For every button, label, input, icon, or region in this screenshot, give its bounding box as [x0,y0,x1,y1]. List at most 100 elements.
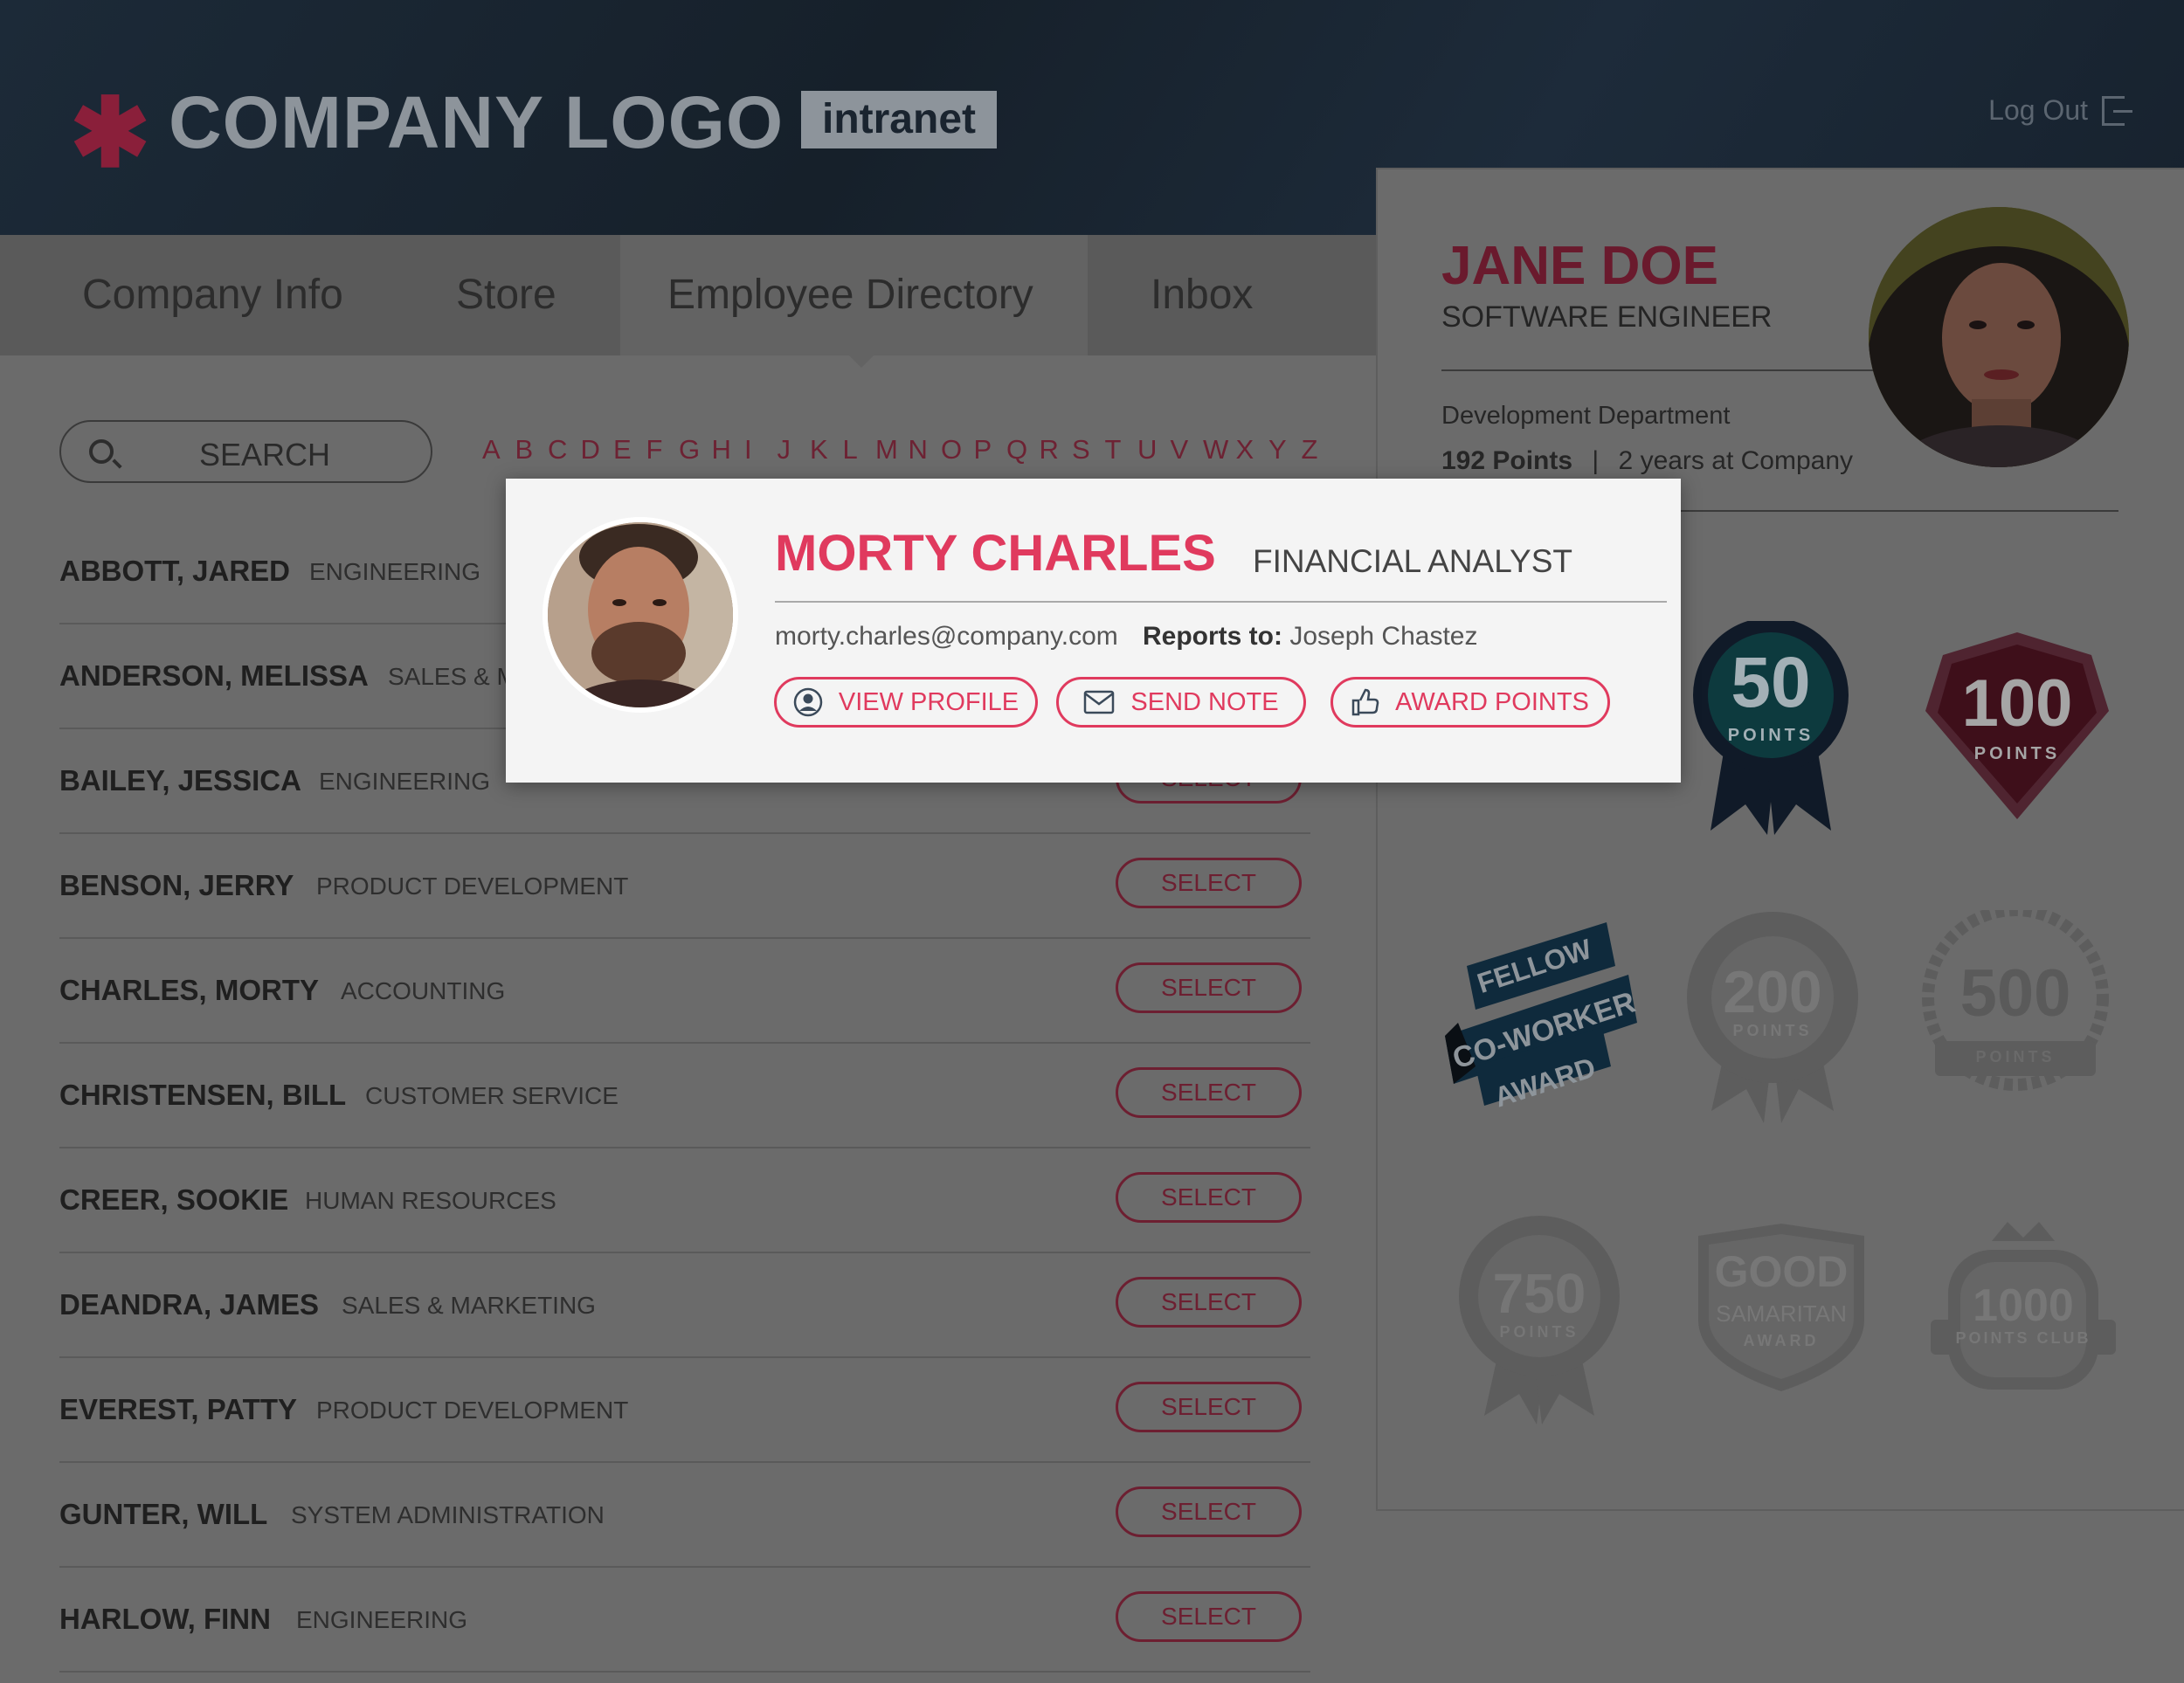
letter-filter-j[interactable]: J [778,434,811,466]
badge-100-points: 100 POINTS [1925,632,2109,819]
letter-filter-k[interactable]: K [810,434,843,466]
badge-good-line1: GOOD [1714,1247,1849,1296]
tab-store[interactable]: Store [411,235,620,355]
select-button[interactable]: SELECT [1116,1486,1302,1537]
thumbs-up-icon [1351,688,1379,716]
badge-50-points: 50 POINTS [1693,621,1849,839]
badge-good-samaritan: GOOD SAMARITAN AWARD [1698,1224,1864,1391]
letter-filter-y[interactable]: Y [1268,434,1302,466]
letter-filter-s[interactable]: S [1072,434,1105,466]
reports-to-name: Joseph Chastez [1289,622,1478,651]
search-label: SEARCH [199,437,331,472]
badge-500-points: 500 POINTS [1918,910,2113,1092]
popup-name: MORTY CHARLES [775,525,1216,582]
asterisk-logo-icon: ✱ [70,79,151,187]
logout-label: Log Out [1988,94,2088,126]
badge-200-label: POINTS [1732,1022,1813,1039]
company-logo[interactable]: COMPANY LOGO [169,80,784,165]
table-row: CREER, SOOKIE HUMAN RESOURCES SELECT [59,1148,1310,1253]
table-row: CHRISTENSEN, BILL CUSTOMER SERVICE SELECT [59,1044,1310,1148]
profile-points: 192 Points [1441,446,1573,475]
select-button[interactable]: SELECT [1116,1067,1302,1118]
send-note-button[interactable]: SEND NOTE [1056,677,1306,728]
letter-filter-e[interactable]: E [613,434,646,466]
employee-name[interactable]: HARLOW, FINN [59,1603,271,1636]
popup-email[interactable]: morty.charles@company.com [775,622,1118,652]
employee-name[interactable]: BENSON, JERRY [59,869,294,902]
select-button[interactable]: SELECT [1116,1382,1302,1432]
letter-filter-o[interactable]: O [941,434,974,466]
employee-popup-card: MORTY CHARLES FINANCIAL ANALYST morty.ch… [506,479,1681,783]
employee-name[interactable]: EVEREST, PATTY [59,1393,297,1426]
letter-filter-c[interactable]: C [548,434,581,466]
select-button[interactable]: SELECT [1116,1277,1302,1328]
view-profile-button[interactable]: VIEW PROFILE [774,677,1038,728]
letter-filter-z[interactable]: Z [1302,434,1335,466]
employee-department: ENGINEERING [309,558,481,585]
letter-filter-p[interactable]: P [974,434,1007,466]
user-icon [793,687,823,717]
table-row: GUNTER, WILL SYSTEM ADMINISTRATION SELECT [59,1463,1310,1568]
employee-name[interactable]: BAILEY, JESSICA [59,764,301,797]
employee-department: SALES & M [388,663,517,690]
letter-filter-b[interactable]: B [515,434,549,466]
avatar-photo [548,522,733,707]
select-button[interactable]: SELECT [1116,1172,1302,1223]
tab-employee-directory[interactable]: Employee Directory [620,235,1088,355]
letter-filter-l[interactable]: L [843,434,876,466]
employee-name[interactable]: CHARLES, MORTY [59,974,319,1007]
profile-panel: JANE DOE SOFTWARE ENGINEER Development D… [1376,168,2184,1511]
badge-500-number: 500 [1959,956,2071,1031]
letter-filter-w[interactable]: W [1203,434,1236,466]
table-row: DEANDRA, JAMES SALES & MARKETING SELECT [59,1253,1310,1358]
send-note-label: SEND NOTE [1130,687,1279,716]
badge-fellow-coworker: FELLOW CO-WORKER AWARD [1441,914,1641,1114]
select-button[interactable]: SELECT [1116,1591,1302,1642]
letter-filter-x[interactable]: X [1236,434,1269,466]
employee-name[interactable]: CHRISTENSEN, BILL [59,1079,346,1112]
letter-filter-a[interactable]: A [482,434,515,466]
profile-stats: 192 Points | 2 years at Company [1441,446,1853,476]
popup-avatar [543,517,738,713]
letter-filter-g[interactable]: G [679,434,712,466]
letter-filter-d[interactable]: D [581,434,614,466]
letter-filter-n[interactable]: N [909,434,942,466]
employee-name[interactable]: DEANDRA, JAMES [59,1288,319,1321]
popup-reports-to: Reports to: Joseph Chastez [1143,622,1477,652]
divider [1441,369,1876,371]
select-button[interactable]: SELECT [1116,962,1302,1013]
profile-tenure: 2 years at Company [1618,446,1854,475]
employee-name[interactable]: GUNTER, WILL [59,1498,267,1531]
employee-name[interactable]: ANDERSON, MELISSA [59,659,369,693]
badge-100-number: 100 [1961,666,2073,741]
badge-50-number: 50 [1731,643,1811,722]
employee-name[interactable]: CREER, SOOKIE [59,1183,288,1217]
popup-title: FINANCIAL ANALYST [1253,543,1572,579]
employee-department: ENGINEERING [296,1606,468,1633]
employee-name[interactable]: ABBOTT, JARED [59,555,290,588]
employee-department: SALES & MARKETING [342,1292,596,1319]
letter-filter-q[interactable]: Q [1006,434,1040,466]
badge-750-label: POINTS [1499,1323,1579,1341]
tab-inbox[interactable]: Inbox [1088,235,1376,355]
letter-filter-h[interactable]: H [712,434,745,466]
letter-filter-u[interactable]: U [1137,434,1171,466]
letter-filter-i[interactable]: I [744,434,778,466]
divider [775,601,1667,603]
badge-750-number: 750 [1492,1262,1586,1325]
award-points-button[interactable]: AWARD POINTS [1330,677,1610,728]
letter-filter-f[interactable]: F [646,434,680,466]
badge-100-label: POINTS [1973,744,2061,763]
letter-filter-r[interactable]: R [1040,434,1073,466]
letter-filter-m[interactable]: M [875,434,909,466]
tab-company-info[interactable]: Company Info [0,235,402,355]
badge-50-label: POINTS [1727,726,1814,745]
employee-department: SYSTEM ADMINISTRATION [291,1501,605,1528]
table-row: BENSON, JERRY PRODUCT DEVELOPMENT SELECT [59,834,1310,939]
letter-filter-t[interactable]: T [1105,434,1138,466]
letter-filter-v[interactable]: V [1171,434,1204,466]
logout-link[interactable]: Log Out [1988,94,2132,127]
select-button[interactable]: SELECT [1116,858,1302,908]
search-input[interactable]: SEARCH [59,420,432,483]
employee-department: PRODUCT DEVELOPMENT [316,1397,629,1424]
